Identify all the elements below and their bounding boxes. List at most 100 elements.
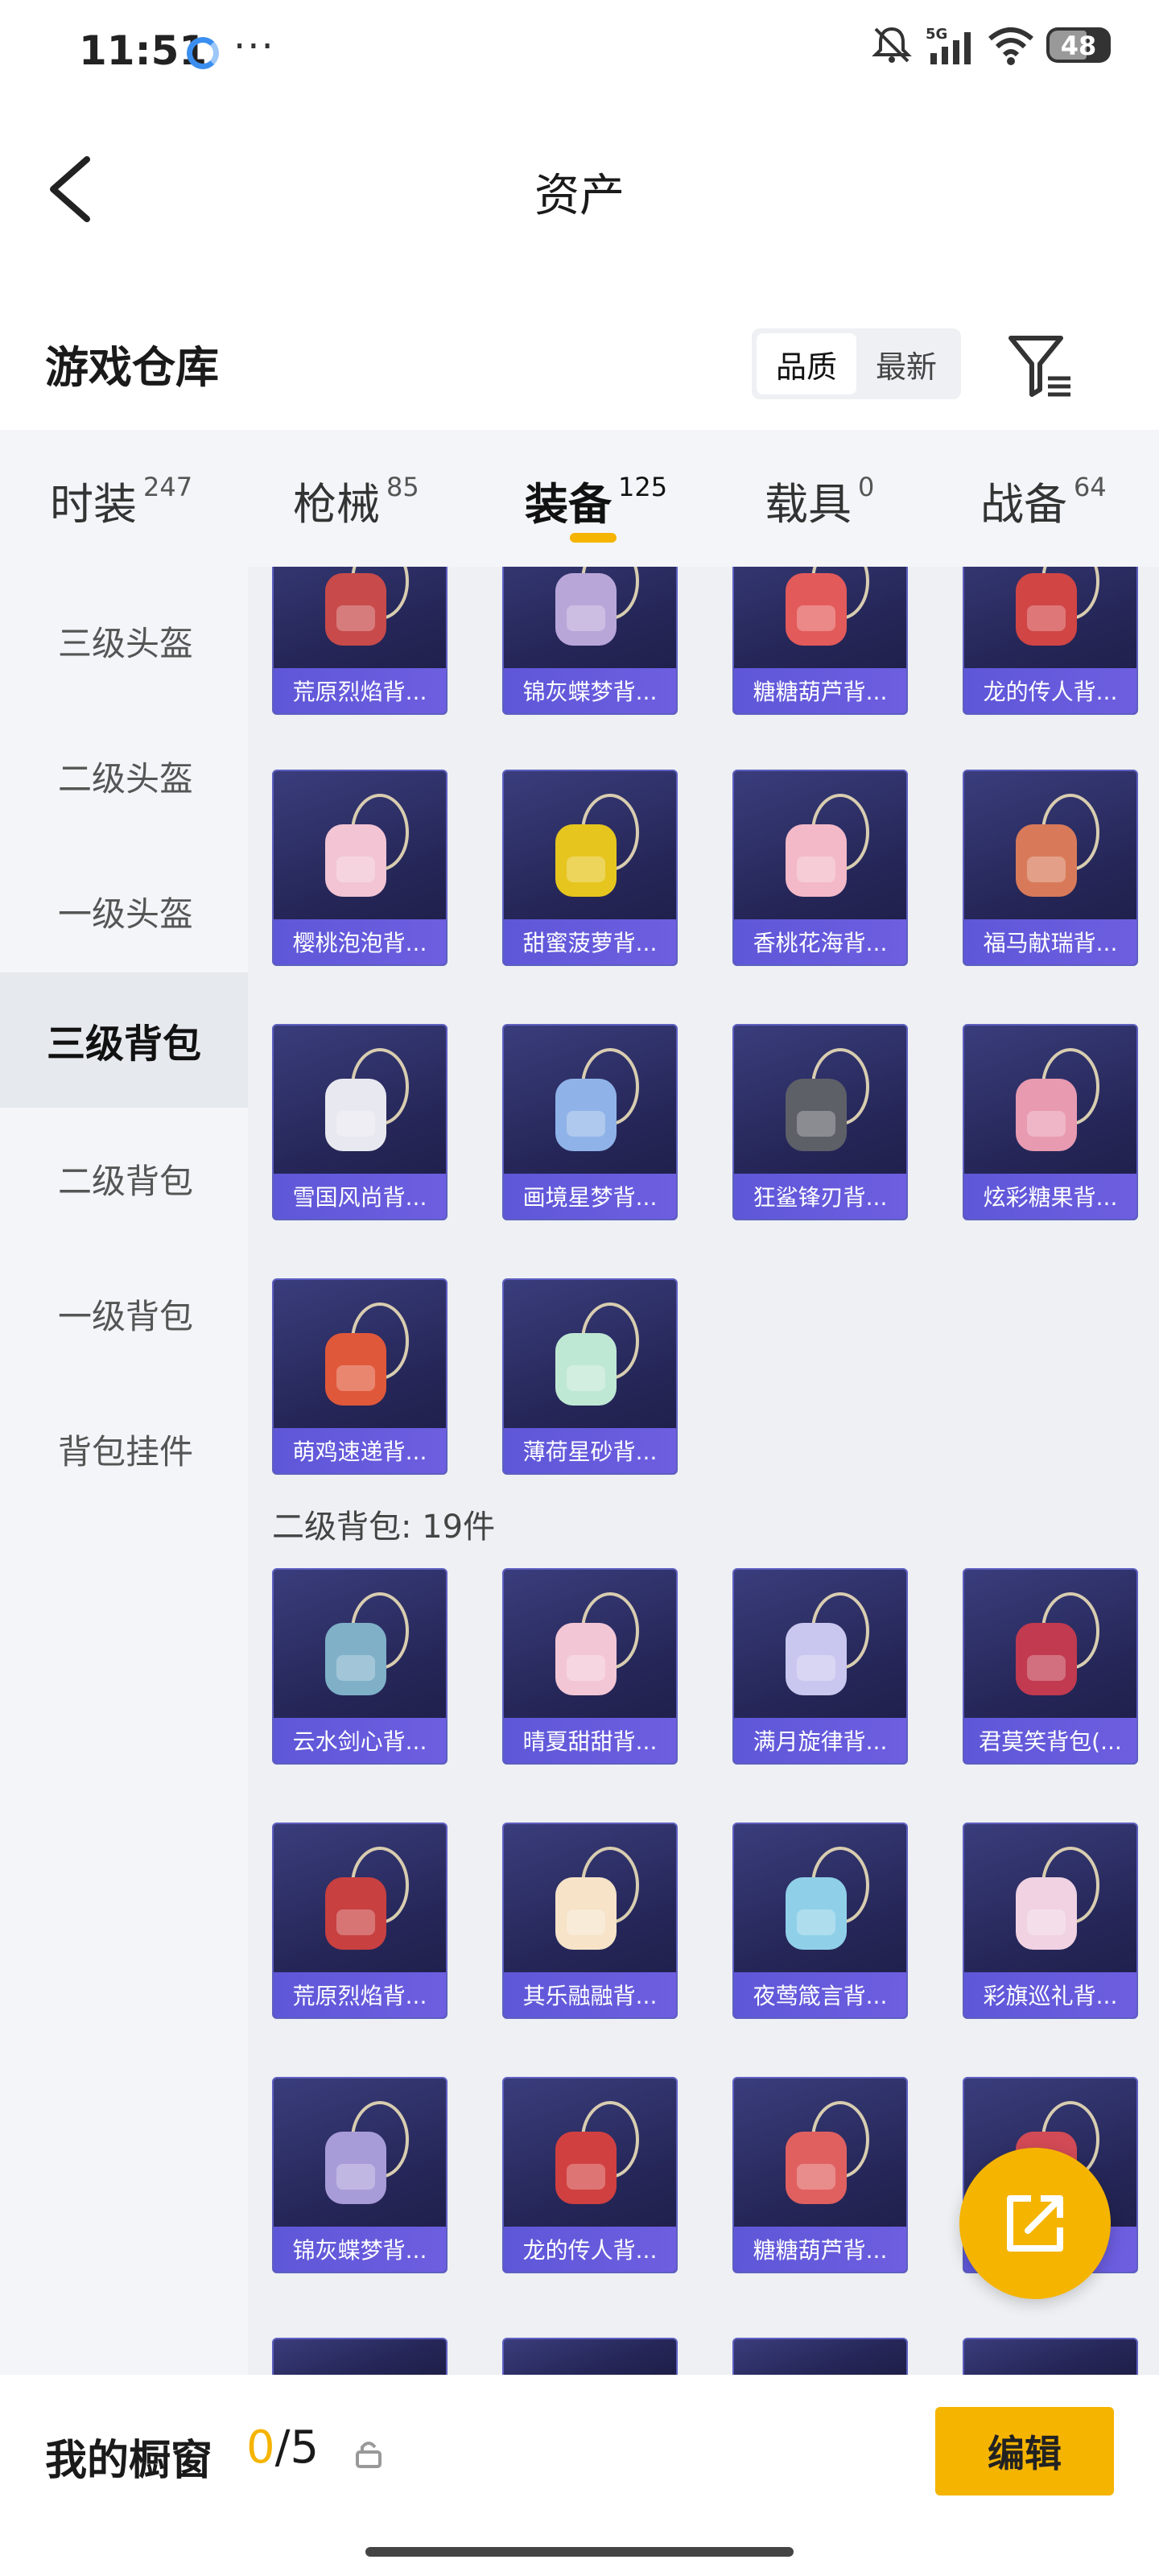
tab-firearms[interactable]: 枪械 85 xyxy=(293,469,419,532)
sort-by-newest-button[interactable]: 最新 xyxy=(856,333,956,394)
tab-label: 时装 xyxy=(50,479,137,530)
sidebar-item-backpack-charm[interactable]: 背包挂件 xyxy=(0,1381,248,1517)
item-card[interactable]: 画境星梦背... xyxy=(502,1024,678,1220)
item-card[interactable] xyxy=(502,2338,678,2375)
backpack-icon xyxy=(555,1302,639,1406)
item-card[interactable]: 荒原烈焰背... xyxy=(272,567,448,715)
item-card[interactable]: 糖糖葫芦背... xyxy=(732,567,908,715)
item-name: 龙的传人背... xyxy=(522,2237,658,2264)
app-notification-icon xyxy=(187,37,219,69)
network-type-label: 5G xyxy=(926,26,947,43)
item-card[interactable]: 甜蜜菠萝背... xyxy=(502,770,678,966)
home-indicator[interactable] xyxy=(365,2547,794,2557)
sidebar-item-backpack-lv2[interactable]: 二级背包 xyxy=(0,1111,248,1246)
backpack-icon xyxy=(1016,1048,1099,1151)
item-card[interactable]: 君莫笑背包(... xyxy=(963,1568,1138,1765)
item-card[interactable]: 雪国风尚背... xyxy=(272,1024,448,1220)
showcase-current: 0 xyxy=(246,2421,275,2474)
item-name: 炫彩糖果背... xyxy=(983,1184,1118,1211)
backpack-icon xyxy=(555,1847,639,1950)
tab-equipment[interactable]: 装备 125 xyxy=(525,469,667,532)
battery-icon: 48 xyxy=(1046,27,1111,63)
bottom-bar: 我的橱窗 0/5 编辑 xyxy=(0,2375,1159,2576)
tab-fashion[interactable]: 时装 247 xyxy=(50,469,192,532)
wifi-icon xyxy=(988,27,1033,65)
item-card[interactable]: 满月旋律背... xyxy=(732,1568,908,1765)
item-card[interactable]: 锦灰蝶梦背... xyxy=(502,567,678,715)
share-icon xyxy=(1007,2195,1063,2252)
tab-label: 装备 xyxy=(525,479,612,530)
backpack-icon xyxy=(786,1048,869,1151)
backpack-icon xyxy=(325,1847,409,1950)
item-card[interactable]: 龙的传人背... xyxy=(963,567,1138,715)
item-name: 锦灰蝶梦背... xyxy=(292,2237,427,2264)
tab-vehicles[interactable]: 载具 0 xyxy=(765,469,874,532)
tab-count: 247 xyxy=(143,472,193,502)
backpack-icon xyxy=(325,1302,409,1406)
item-card[interactable]: 云水剑心背... xyxy=(272,1568,448,1765)
tab-count: 0 xyxy=(858,472,875,502)
item-card[interactable]: 樱桃泡泡背... xyxy=(272,770,448,966)
item-grid[interactable]: 二级背包: 19件 荒原烈焰背... 锦灰蝶梦背... 糖糖葫芦背... 龙的传人背.… xyxy=(248,567,1159,2375)
backpack-icon xyxy=(1016,1592,1099,1695)
item-card[interactable] xyxy=(732,2338,908,2375)
item-name: 薄荷星砂背... xyxy=(522,1439,658,1465)
backpack-icon xyxy=(786,1847,869,1950)
tab-count: 125 xyxy=(618,472,668,502)
sort-by-quality-button[interactable]: 品质 xyxy=(757,333,856,394)
sidebar-item-helmet-lv2[interactable]: 二级头盔 xyxy=(0,708,248,844)
showcase-total: /5 xyxy=(274,2421,320,2474)
backpack-icon xyxy=(325,567,409,646)
item-card[interactable]: 龙的传人背... xyxy=(502,2077,678,2273)
sidebar-item-helmet-lv1[interactable]: 一级头盔 xyxy=(0,844,248,979)
sidebar-item-helmet-lv3[interactable]: 三级头盔 xyxy=(0,573,248,708)
share-fab-button[interactable] xyxy=(959,2148,1111,2299)
backpack-icon xyxy=(325,794,409,897)
mute-bell-icon xyxy=(872,27,912,63)
sidebar-item-backpack-lv3[interactable]: 三级背包 xyxy=(0,972,248,1108)
item-card[interactable]: 炫彩糖果背... xyxy=(963,1024,1138,1220)
item-card[interactable] xyxy=(963,2338,1138,2375)
item-name: 君莫笑背包(... xyxy=(979,1728,1122,1755)
item-name: 萌鸡速递背... xyxy=(292,1439,427,1465)
item-card[interactable]: 狂鲨锋刃背... xyxy=(732,1024,908,1220)
active-tab-indicator xyxy=(570,533,617,543)
item-name: 福马献瑞背... xyxy=(983,930,1118,956)
warehouse-row: 游戏仓库 品质 最新 xyxy=(0,290,1159,427)
item-name: 锦灰蝶梦背... xyxy=(522,679,658,705)
sidebar-item-backpack-lv1[interactable]: 一级背包 xyxy=(0,1246,248,1381)
item-card[interactable]: 糖糖葫芦背... xyxy=(732,2077,908,2273)
item-name: 彩旗巡礼背... xyxy=(983,1983,1118,2009)
backpack-icon xyxy=(786,1592,869,1695)
item-card[interactable]: 荒原烈焰背... xyxy=(272,1823,448,2019)
item-name: 荒原烈焰背... xyxy=(292,679,427,705)
item-card[interactable] xyxy=(272,2338,448,2375)
item-card[interactable]: 福马献瑞背... xyxy=(963,770,1138,966)
item-card[interactable]: 锦灰蝶梦背... xyxy=(272,2077,448,2273)
item-card[interactable]: 香桃花海背... xyxy=(732,770,908,966)
backpack-icon xyxy=(555,1048,639,1151)
tab-battle-prep[interactable]: 战备 64 xyxy=(980,469,1107,532)
filter-icon[interactable] xyxy=(1004,330,1077,402)
backpack-icon xyxy=(786,567,869,646)
backpack-icon xyxy=(555,567,639,646)
showcase-count: 0/5 xyxy=(246,2421,319,2474)
item-card[interactable]: 夜莺箴言背... xyxy=(732,1823,908,2019)
item-name: 夜莺箴言背... xyxy=(753,1983,888,2009)
backpack-icon xyxy=(325,2101,409,2204)
item-name: 其乐融融背... xyxy=(522,1983,658,2009)
item-name: 满月旋律背... xyxy=(753,1728,888,1755)
item-card[interactable]: 薄荷星砂背... xyxy=(502,1278,678,1475)
backpack-icon xyxy=(555,1592,639,1695)
item-card[interactable]: 其乐融融背... xyxy=(502,1823,678,2019)
backpack-icon xyxy=(1016,567,1099,646)
edit-button[interactable]: 编辑 xyxy=(935,2407,1114,2496)
item-name: 云水剑心背... xyxy=(292,1728,427,1755)
item-name: 龙的传人背... xyxy=(983,679,1118,705)
tab-label: 战备 xyxy=(980,479,1067,530)
item-card[interactable]: 萌鸡速递背... xyxy=(272,1278,448,1475)
item-card[interactable]: 晴夏甜甜背... xyxy=(502,1568,678,1765)
sort-toggle: 品质 最新 xyxy=(752,328,961,399)
item-card[interactable]: 彩旗巡礼背... xyxy=(963,1823,1138,2019)
tab-count: 85 xyxy=(386,472,419,502)
